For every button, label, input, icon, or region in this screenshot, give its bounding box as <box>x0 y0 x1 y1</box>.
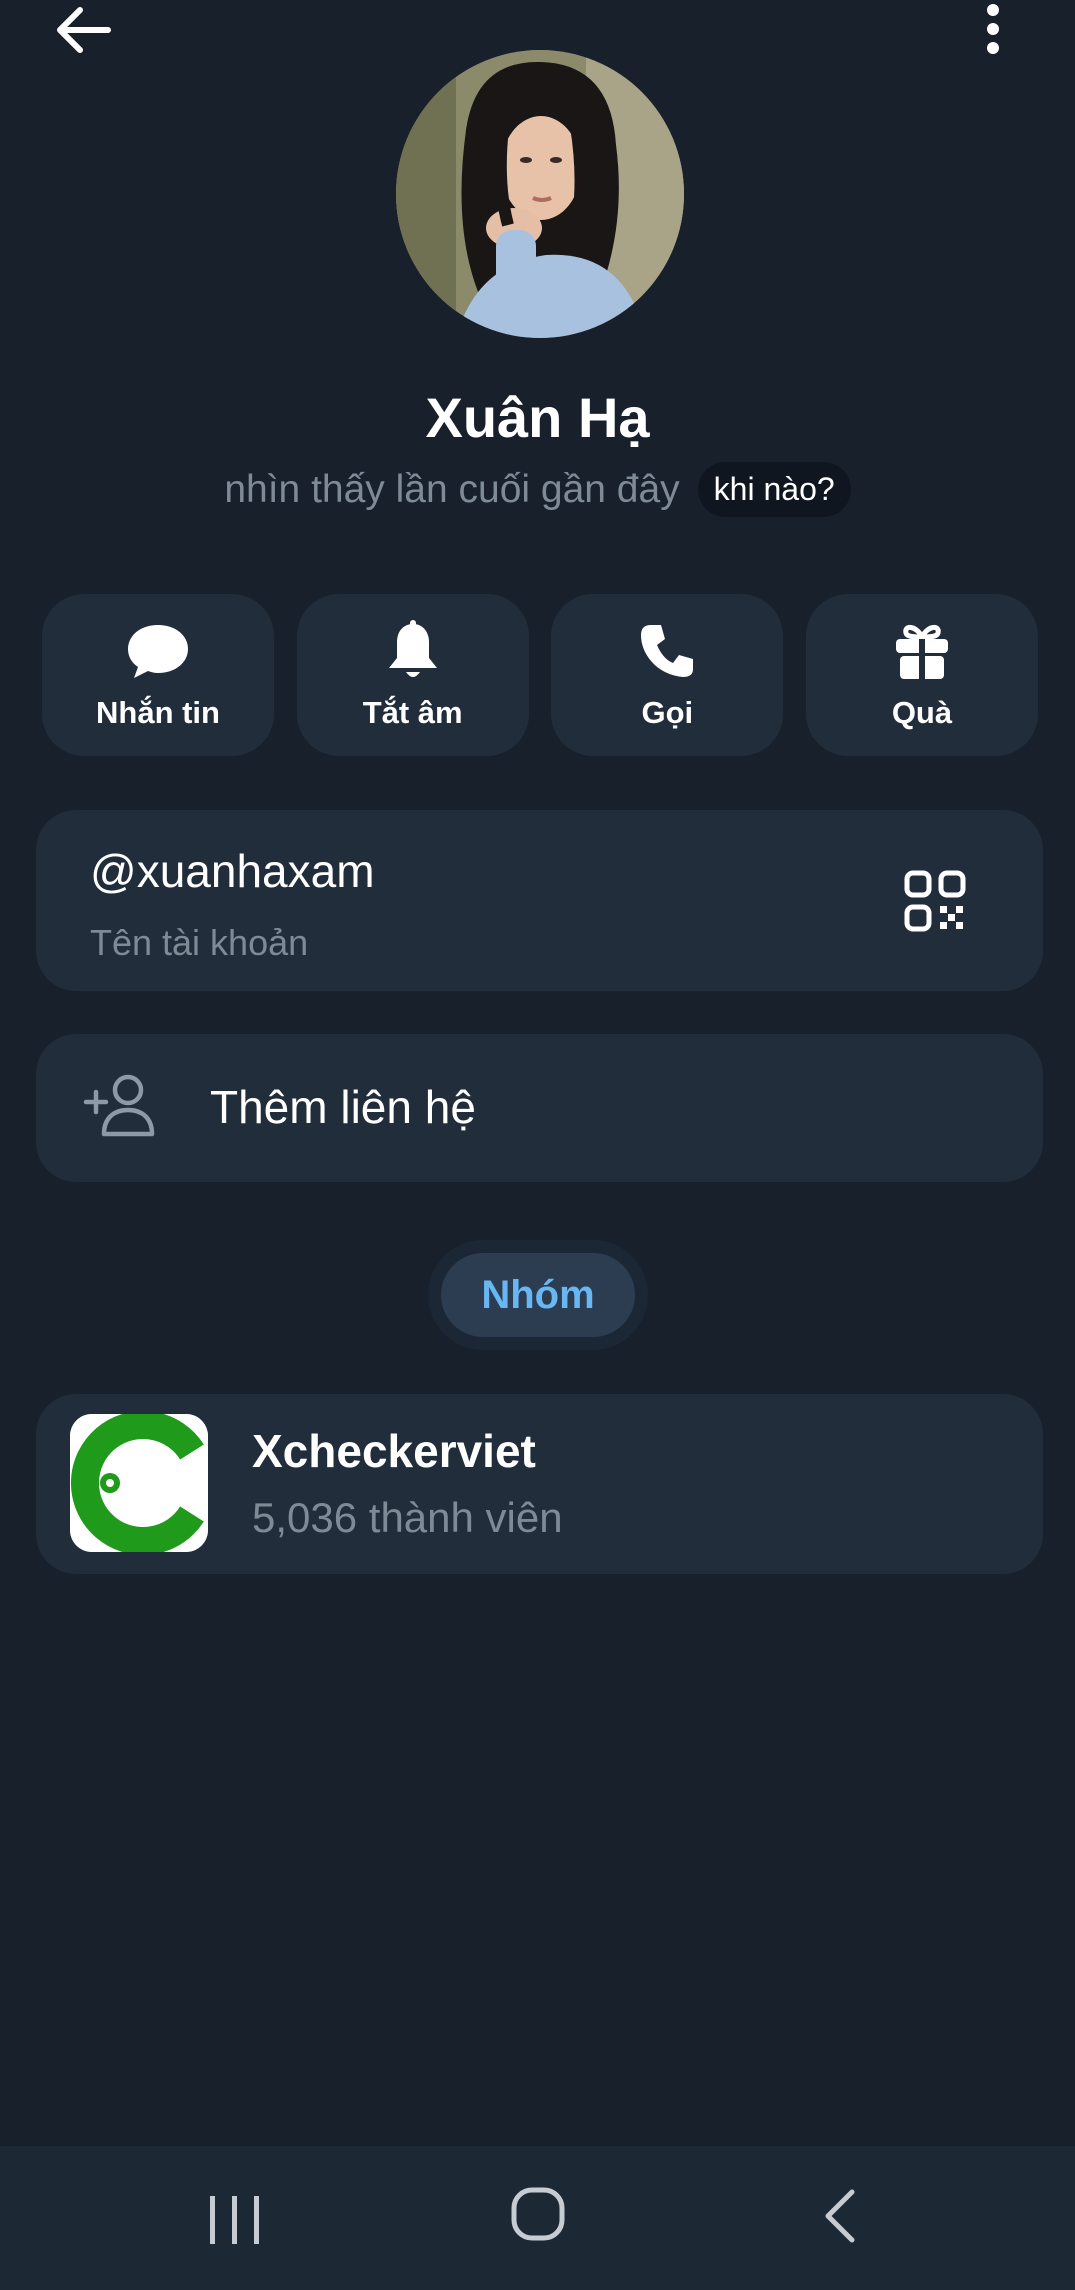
call-label: Gọi <box>641 695 694 730</box>
username-value: @xuanhaxam <box>90 845 375 897</box>
more-options-icon[interactable] <box>970 0 1016 60</box>
profile-name: Xuân Hạ <box>425 386 650 449</box>
when-badge[interactable]: khi nào? <box>697 462 851 517</box>
phone-icon <box>635 619 699 683</box>
nav-back-icon[interactable] <box>816 2186 866 2246</box>
mute-label: Tắt âm <box>362 695 463 730</box>
group-logo <box>70 1414 208 1552</box>
tab-groups[interactable]: Nhóm <box>441 1253 635 1337</box>
call-button[interactable]: Gọi <box>551 594 784 756</box>
mute-button[interactable]: Tắt âm <box>296 594 529 756</box>
last-seen-row: nhìn thấy lần cuối gần đây khi nào? <box>0 462 1075 517</box>
system-nav-bar <box>0 2146 1075 2290</box>
add-contact-card[interactable]: Thêm liên hệ <box>36 1034 1043 1182</box>
tab-bar: Nhóm <box>428 1240 648 1350</box>
last-seen-text: nhìn thấy lần cuối gần đây <box>224 467 680 511</box>
gift-icon <box>890 619 954 683</box>
username-card[interactable]: @xuanhaxam Tên tài khoản <box>36 810 1043 991</box>
message-button[interactable]: Nhắn tin <box>42 594 274 756</box>
back-arrow-icon[interactable] <box>50 0 120 60</box>
message-label: Nhắn tin <box>96 695 220 730</box>
add-person-icon <box>82 1072 158 1138</box>
group-list-item[interactable]: Xcheckerviet 5,036 thành viên <box>36 1394 1043 1574</box>
add-contact-label: Thêm liên hệ <box>210 1081 476 1133</box>
home-icon[interactable] <box>508 2184 568 2244</box>
profile-avatar[interactable] <box>396 50 684 338</box>
recent-apps-icon[interactable] <box>204 2192 266 2248</box>
gift-label: Quà <box>891 695 953 730</box>
group-name: Xcheckerviet <box>252 1425 536 1477</box>
gift-button[interactable]: Quà <box>805 594 1038 756</box>
qr-code-icon[interactable] <box>904 870 966 932</box>
group-member-count: 5,036 thành viên <box>252 1494 563 1541</box>
chat-bubble-icon <box>126 619 190 683</box>
bell-icon <box>381 619 445 683</box>
username-caption: Tên tài khoản <box>90 922 309 963</box>
action-buttons: Nhắn tin Tắt âm Gọi Quà <box>42 594 1038 756</box>
